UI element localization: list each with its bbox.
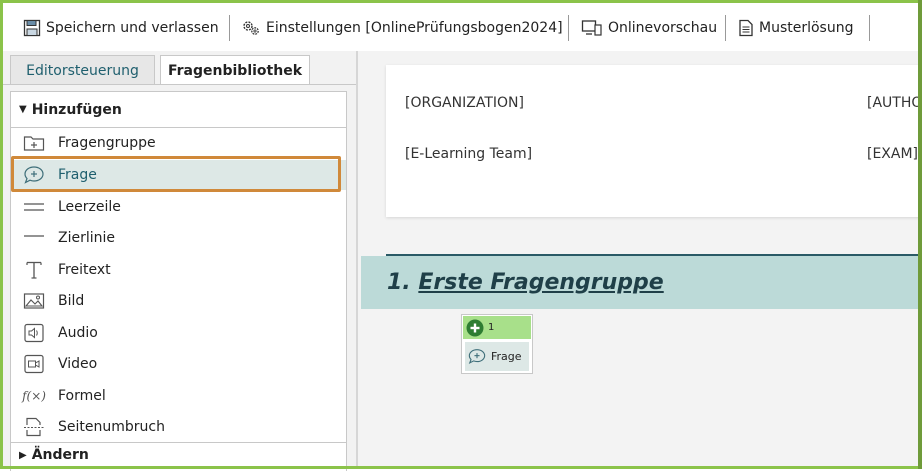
header-team: [E-Learning Team] — [405, 146, 533, 162]
speech-bubble-plus-icon — [23, 165, 45, 185]
question-widget-header: 1 — [463, 316, 531, 339]
question-widget-number: 1 — [488, 322, 495, 333]
sidebar-item-label: Audio — [58, 325, 98, 341]
sidebar-item-blank-line[interactable]: Leerzeile — [11, 192, 346, 222]
toolbar-separator — [229, 15, 230, 41]
page-break-icon — [23, 417, 45, 437]
left-panel: Editorsteuerung Fragenbibliothek ▼ Hinzu… — [3, 51, 356, 471]
add-circle-icon[interactable] — [466, 319, 484, 337]
sidebar-item-label: Zierlinie — [58, 230, 116, 246]
formula-icon: f(×) — [22, 389, 46, 403]
blank-line-icon — [23, 197, 45, 217]
document-icon — [739, 19, 753, 37]
sidebar-item-label: Frage — [58, 167, 97, 183]
sidebar-item-label: Fragengruppe — [58, 135, 156, 151]
video-icon — [23, 354, 45, 374]
question-group-title[interactable]: 1. Erste Fragengruppe — [387, 270, 664, 295]
sidebar-item-question[interactable]: Frage — [11, 160, 346, 190]
sidebar-item-free-text[interactable]: Freitext — [11, 255, 346, 285]
caret-down-icon: ▼ — [19, 104, 27, 115]
save-and-exit-label: Speichern und verlassen — [46, 20, 219, 36]
toolbar-separator — [725, 15, 726, 41]
header-exam: [EXAM] — [867, 146, 918, 162]
tab-editor-control-label: Editorsteuerung — [26, 62, 139, 79]
section-change-header[interactable]: ▶ Ändern — [11, 442, 346, 472]
tab-editor-control[interactable]: Editorsteuerung — [10, 55, 155, 85]
sample-solution-button[interactable]: Musterlösung — [738, 17, 854, 39]
tab-question-library[interactable]: Fragenbibliothek — [160, 55, 310, 85]
section-add-header[interactable]: ▼ Hinzufügen — [11, 92, 346, 128]
header-author: [AUTHO — [867, 95, 918, 111]
section-add-label: Hinzufügen — [31, 101, 122, 118]
sidebar-item-label: Bild — [58, 293, 85, 309]
document-canvas: [ORGANIZATION] [E-Learning Team] [AUTHO … — [358, 51, 918, 469]
sidebar-item-label: Leerzeile — [58, 199, 121, 215]
sidebar-item-image[interactable]: Bild — [11, 286, 346, 316]
toolbar: Speichern und verlassen Einstellungen [O… — [3, 3, 918, 51]
sidebar-item-video[interactable]: Video — [11, 349, 346, 379]
sidebar-item-formula[interactable]: f(×) Formel — [11, 381, 346, 411]
section-change-label: Ändern — [31, 447, 89, 463]
document-header[interactable]: [ORGANIZATION] [E-Learning Team] [AUTHO … — [386, 65, 918, 217]
save-and-exit-button[interactable]: Speichern und verlassen — [23, 17, 219, 39]
settings-button[interactable]: Einstellungen [OnlinePrüfungsbogen2024] — [241, 17, 563, 39]
question-group-bar[interactable]: 1. Erste Fragengruppe — [361, 256, 918, 309]
toolbar-separator — [869, 15, 870, 41]
sidebar-item-question-group[interactable]: Fragengruppe — [11, 128, 346, 158]
question-widget-item[interactable]: Frage — [465, 342, 529, 371]
tab-divider — [3, 84, 356, 85]
window-frame-right — [918, 0, 922, 469]
preview-devices-icon — [581, 20, 602, 36]
sidebar-item-label: Seitenumbruch — [58, 419, 165, 435]
gears-icon — [243, 21, 259, 35]
sidebar-item-page-break[interactable]: Seitenumbruch — [11, 412, 346, 442]
question-widget[interactable]: 1 Frage — [461, 314, 533, 374]
speech-bubble-plus-icon — [468, 349, 486, 365]
caret-right-icon: ▶ — [19, 450, 27, 461]
question-group-number: 1. — [387, 270, 411, 295]
audio-icon — [23, 323, 45, 343]
save-icon — [23, 19, 41, 37]
header-organization: [ORGANIZATION] — [405, 95, 524, 111]
sidebar-item-label: Freitext — [58, 262, 111, 278]
online-preview-label: Onlinevorschau — [608, 20, 718, 36]
tab-question-library-label: Fragenbibliothek — [167, 62, 303, 79]
sidebar-item-audio[interactable]: Audio — [11, 318, 346, 348]
folder-plus-icon — [23, 133, 45, 153]
toolbar-separator — [568, 15, 569, 41]
online-preview-button[interactable]: Onlinevorschau — [581, 17, 717, 39]
sidebar-item-divider-line[interactable]: Zierlinie — [11, 223, 346, 253]
sidebar-item-label: Video — [58, 356, 98, 372]
question-group-name: Erste Fragengruppe — [418, 270, 664, 295]
question-widget-label: Frage — [491, 350, 522, 363]
sidebar-item-label: Formel — [58, 388, 106, 404]
sample-solution-label: Musterlösung — [759, 20, 854, 36]
add-elements-panel: ▼ Hinzufügen Fragengruppe Frage Leerzeil… — [10, 91, 347, 471]
settings-label: Einstellungen [OnlinePrüfungsbogen2024] — [266, 20, 563, 36]
divider-line-icon — [23, 228, 45, 248]
image-icon — [23, 291, 45, 311]
text-icon — [23, 260, 45, 280]
